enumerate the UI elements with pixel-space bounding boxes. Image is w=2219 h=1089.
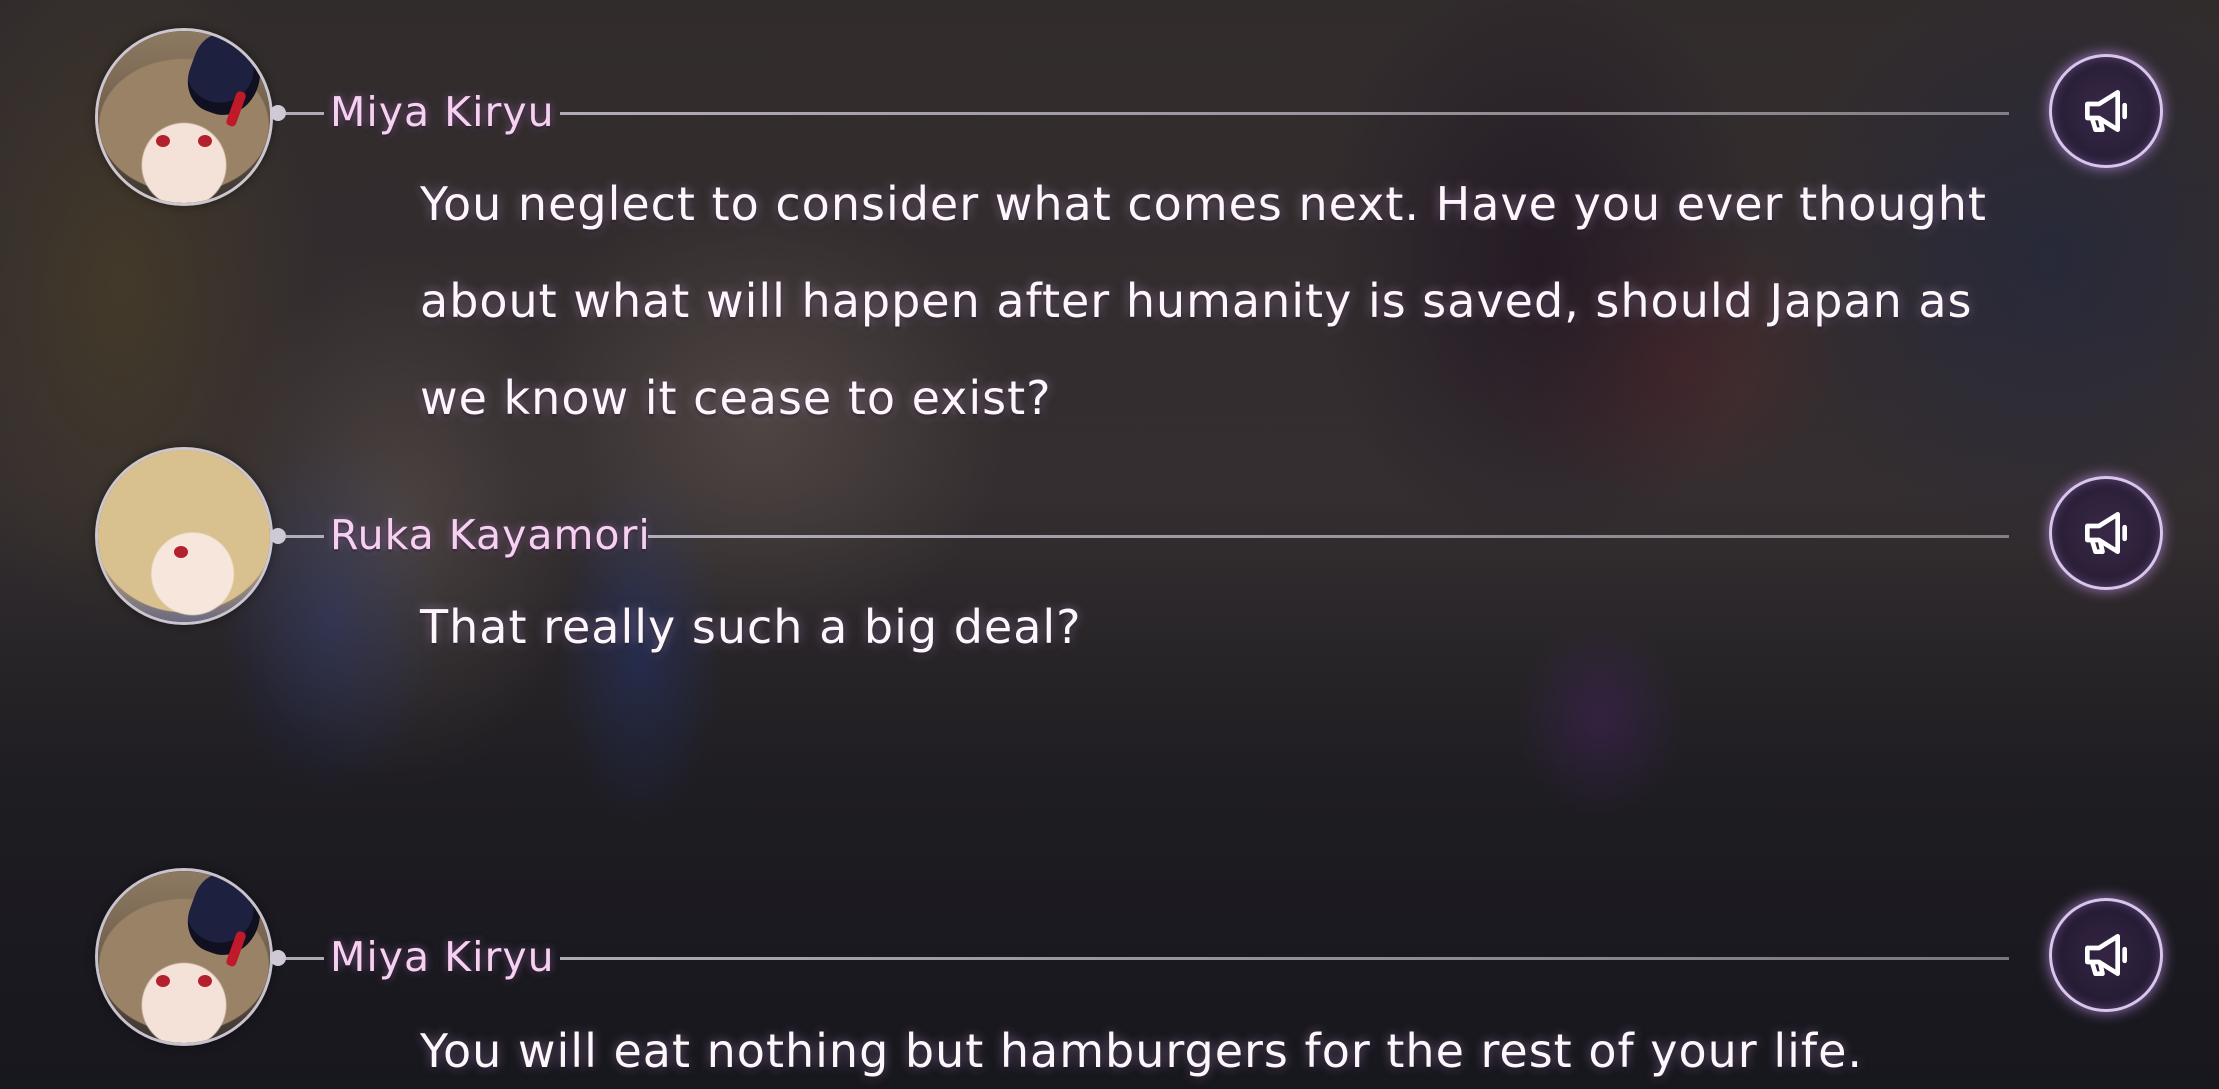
dialogue-line: You neglect to consider what comes next.…	[420, 177, 1987, 231]
dialogue-line: we know it cease to exist?	[420, 371, 1052, 425]
megaphone-icon	[2085, 934, 2127, 976]
voice-replay-button[interactable]	[2049, 898, 2163, 1012]
divider-line	[560, 112, 2009, 115]
dialogue-line: You will eat nothing but hamburgers for …	[420, 1024, 1864, 1078]
speaker-name: Ruka Kayamori	[330, 511, 651, 559]
voice-replay-button[interactable]	[2049, 54, 2163, 168]
speaker-name: Miya Kiryu	[330, 933, 555, 981]
megaphone-icon	[2085, 90, 2127, 133]
speaker-name: Miya Kiryu	[330, 88, 555, 136]
divider-line	[560, 957, 2009, 960]
dialogue-line: That really such a big deal?	[420, 600, 1082, 654]
dialogue-line: about what will happen after humanity is…	[420, 274, 1973, 328]
avatar-miya-kiryu	[95, 28, 273, 206]
backlog-screen: Miya Kiryu You neglect to consider what …	[0, 0, 2219, 1089]
divider-line	[648, 535, 2009, 538]
avatar-miya-kiryu	[95, 868, 273, 1046]
megaphone-icon	[2085, 512, 2127, 554]
avatar-ruka-kayamori	[95, 447, 273, 625]
voice-replay-button[interactable]	[2049, 476, 2163, 590]
